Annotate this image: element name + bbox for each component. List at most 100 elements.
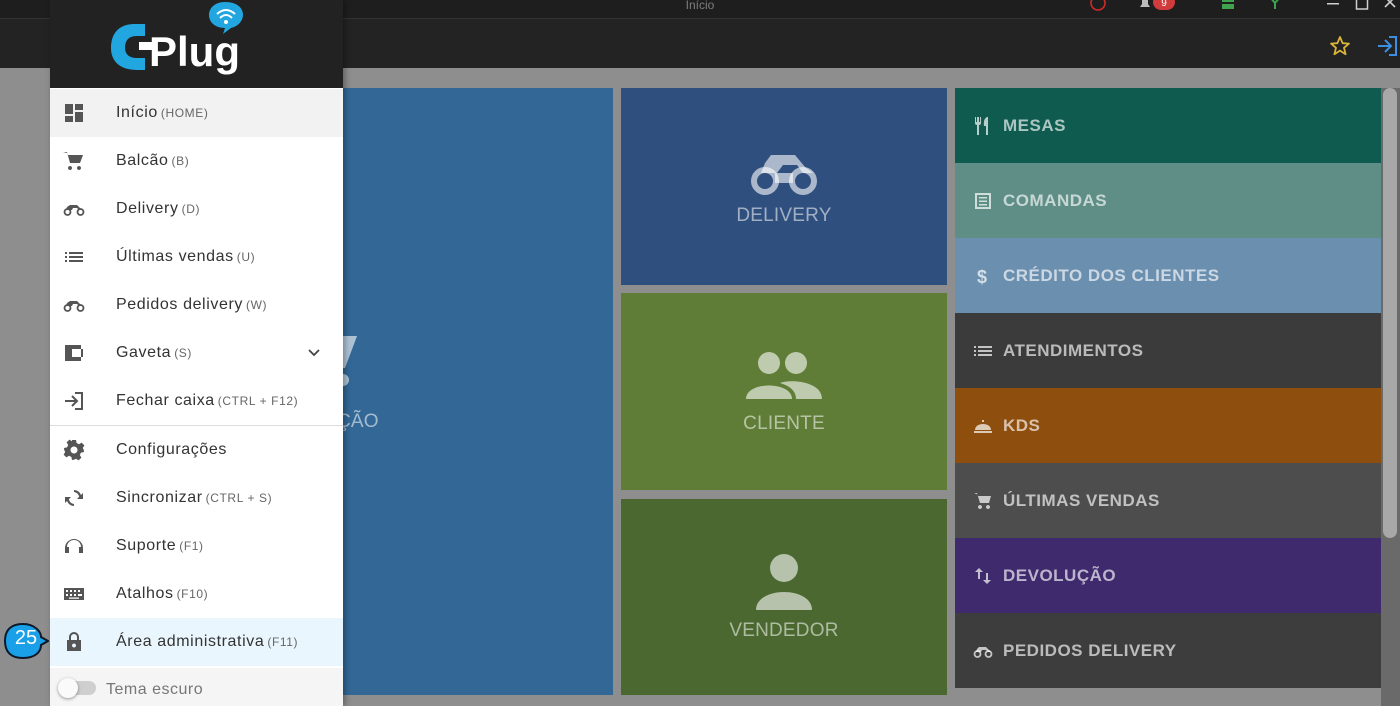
theme-toggle-row[interactable]: Tema escuro [50, 668, 343, 706]
theme-toggle-track[interactable] [58, 678, 96, 698]
swap-vertical-icon [975, 567, 991, 584]
menu-label: Gaveta [116, 344, 172, 361]
quick-item-kds[interactable]: KDS [955, 388, 1381, 463]
cliente-tile[interactable]: CLIENTE [621, 293, 947, 490]
quick-item-label: ATENDIMENTOS [1003, 340, 1144, 360]
quick-item-label: MESAS [1003, 115, 1066, 135]
quick-item-label: DEVOLUÇÃO [1003, 565, 1117, 585]
headset-icon [65, 539, 83, 553]
motorbike-icon [63, 301, 85, 312]
menu-label: Atalhos [116, 585, 174, 602]
sync-status-icon[interactable] [1221, 0, 1235, 11]
theme-toggle-label: Tema escuro [106, 681, 204, 698]
menu-item-suporte[interactable]: Suporte (F1) [50, 522, 343, 570]
menu-label: Suporte [116, 537, 177, 554]
menu-label: Delivery [116, 200, 179, 217]
quick-item-mesas[interactable]: MESAS [955, 88, 1381, 163]
menu-item-atalhos[interactable]: Atalhos (F10) [50, 570, 343, 618]
quick-item-comandas[interactable]: COMANDAS [955, 163, 1381, 238]
cliente-tile-label: CLIENTE [743, 412, 825, 434]
login-icon[interactable] [1375, 34, 1399, 58]
quick-item-credito[interactable]: $ CRÉDITO DOS CLIENTES [955, 238, 1381, 313]
dashboard-icon [65, 104, 83, 122]
logo-header: Plug [50, 0, 343, 88]
menu-label: Fechar caixa [116, 392, 215, 409]
quick-item-label: CRÉDITO DOS CLIENTES [1003, 265, 1220, 285]
app-window: Início 9 ÇÃO DELIVERY CLIENTE VENDEDOR M… [0, 0, 1400, 706]
gear-icon [63, 439, 85, 461]
menu-item-ultimas-vendas[interactable]: Últimas vendas (U) [50, 233, 343, 281]
list-icon [974, 345, 992, 356]
cart-icon [63, 152, 83, 170]
cloche-icon [974, 419, 992, 433]
menu-item-gaveta[interactable]: Gaveta (S) [50, 329, 343, 377]
scrollbar[interactable] [1381, 88, 1400, 706]
chevron-down-icon[interactable] [306, 345, 322, 361]
bell-icon[interactable] [1138, 0, 1152, 11]
menu-item-configuracoes[interactable]: Configurações [50, 426, 343, 474]
cart-icon [974, 492, 991, 509]
minimize-icon[interactable] [1326, 0, 1340, 11]
step-badge-number: 25 [14, 627, 38, 649]
quick-item-label: KDS [1003, 415, 1041, 435]
menu-item-pedidos-delivery[interactable]: Pedidos delivery (W) [50, 281, 343, 329]
menu-shortcut: (D) [181, 202, 201, 216]
menu-label: Pedidos delivery [116, 296, 243, 313]
scrollbar-thumb[interactable] [1383, 88, 1397, 538]
help-icon[interactable] [1089, 0, 1107, 11]
menu-item-balcao[interactable]: Balcão (B) [50, 137, 343, 185]
list-box-icon [975, 192, 991, 209]
menu-label: Balcão [116, 152, 169, 169]
vendedor-tile-label: VENDEDOR [729, 620, 839, 641]
menu-label: Área administrativa [116, 633, 265, 650]
network-icon[interactable] [1268, 0, 1282, 11]
motorbike-icon [63, 205, 85, 216]
menu-shortcut: (S) [174, 346, 192, 360]
delivery-tile[interactable]: DELIVERY [621, 88, 947, 285]
person-icon [756, 554, 812, 610]
balcao-tile[interactable]: ÇÃO [333, 88, 613, 695]
menu-item-area-administrativa[interactable]: Área administrativa (F11) [50, 618, 343, 666]
menu-shortcut: (B) [171, 154, 190, 168]
quick-item-devolucao[interactable]: DEVOLUÇÃO [955, 538, 1381, 613]
menu-item-inicio[interactable]: Início (HOME) [50, 89, 343, 137]
menu-shortcut: (F10) [176, 587, 209, 601]
menu-label: Configurações [116, 441, 227, 458]
menu-item-sincronizar[interactable]: Sincronizar (CTRL + S) [50, 474, 343, 522]
svg-text:Plug: Plug [149, 28, 240, 75]
menu-shortcut: (HOME) [160, 106, 209, 120]
motorbike-icon [973, 646, 993, 658]
close-icon[interactable] [1383, 0, 1397, 11]
svg-text:$: $ [977, 267, 988, 286]
keyboard-icon [64, 588, 84, 600]
menu-item-delivery[interactable]: Delivery (D) [50, 185, 343, 233]
balcao-tile-label: ÇÃO [337, 411, 379, 432]
menu-shortcut: (W) [246, 298, 268, 312]
menu-shortcut: (CTRL + S) [205, 491, 273, 505]
maximize-icon[interactable] [1355, 0, 1369, 11]
quick-item-atendimentos[interactable]: ATENDIMENTOS [955, 313, 1381, 388]
sync-icon [65, 490, 83, 506]
quick-item-label: ÚLTIMAS VENDAS [1003, 490, 1160, 510]
motorbike-icon [751, 154, 817, 195]
quick-item-ultimas-vendas[interactable]: ÚLTIMAS VENDAS [955, 463, 1381, 538]
menu-shortcut: (U) [236, 250, 256, 264]
theme-toggle-knob[interactable] [58, 678, 78, 698]
menu-label: Início [116, 104, 158, 121]
menu-shortcut: (CTRL + F12) [217, 394, 299, 408]
list-icon [65, 252, 83, 262]
navigation-drawer: Plug Início (HOME) Balcão (B) Delivery (D) … [50, 0, 343, 706]
star-icon[interactable] [1328, 34, 1352, 58]
menu-shortcut: (F11) [267, 635, 299, 649]
cplug-logo: Plug [111, 2, 243, 75]
menu-item-fechar-caixa[interactable]: Fechar caixa (CTRL + F12) [50, 377, 343, 425]
quick-item-pedidos-delivery[interactable]: PEDIDOS DELIVERY [955, 613, 1381, 688]
menu-shortcut: (F1) [179, 539, 204, 553]
group-icon [746, 351, 822, 399]
menu-label: Sincronizar [116, 489, 203, 506]
dollar-icon: $ [977, 267, 988, 286]
wallet-icon [65, 345, 83, 361]
fork-knife-icon [975, 116, 988, 135]
lock-icon [67, 632, 81, 651]
vendedor-tile[interactable]: VENDEDOR [621, 499, 947, 695]
